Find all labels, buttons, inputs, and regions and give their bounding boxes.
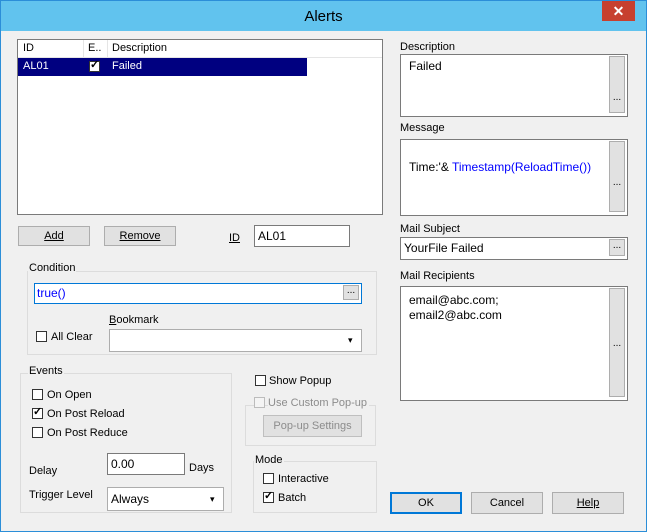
- batch-checkbox[interactable]: ✓: [263, 490, 274, 503]
- cancel-button[interactable]: Cancel: [471, 492, 543, 514]
- remove-button[interactable]: Remove: [104, 226, 176, 246]
- message-label: Message: [400, 122, 445, 134]
- check-mark-icon: ✓: [264, 490, 274, 502]
- on-post-reload-checkbox[interactable]: ✓: [32, 406, 43, 419]
- delay-label: Delay: [29, 465, 58, 477]
- delay-value: 0.00: [111, 457, 135, 471]
- mail-recipients-ellipsis-button[interactable]: ...: [609, 288, 625, 397]
- condition-ellipsis-button[interactable]: ...: [343, 285, 359, 300]
- all-clear-checkbox[interactable]: [36, 331, 47, 342]
- mail-recipients-input[interactable]: email@abc.com; email2@abc.com ...: [400, 286, 628, 401]
- condition-value: true(): [37, 286, 66, 300]
- alerts-dialog: Alerts ✕ ID E.. Description AL01 ✓ Faile…: [0, 0, 647, 532]
- mail-subject-label: Mail Subject: [400, 223, 460, 235]
- trigger-level-dropdown[interactable]: Always ▾: [107, 487, 224, 511]
- mode-group: [253, 461, 377, 513]
- popup-settings-button[interactable]: Pop-up Settings: [263, 415, 362, 437]
- check-mark-icon: ✓: [90, 59, 100, 71]
- all-clear-label: All Clear: [51, 331, 93, 343]
- bookmark-dropdown[interactable]: ▾: [109, 329, 362, 352]
- row-id: AL01: [23, 60, 49, 72]
- condition-input[interactable]: true() ...: [34, 283, 362, 304]
- show-popup-checkbox[interactable]: [255, 375, 266, 386]
- message-ellipsis-button[interactable]: ...: [609, 141, 625, 212]
- interactive-checkbox[interactable]: [263, 473, 274, 484]
- check-mark-icon: ✓: [33, 406, 43, 418]
- recipient-2: email2@abc.com: [409, 308, 502, 322]
- recipient-1: email@abc.com;: [409, 293, 499, 307]
- bookmark-label: Bookmark: [109, 314, 159, 326]
- window-title: Alerts: [304, 8, 343, 25]
- id-label: ID: [229, 232, 240, 244]
- mail-subject-value: YourFile Failed: [404, 241, 484, 255]
- use-custom-popup-label: Use Custom Pop-up: [268, 397, 370, 409]
- header-id[interactable]: ID: [23, 42, 34, 54]
- mail-subject-input[interactable]: YourFile Failed ...: [400, 237, 628, 260]
- alerts-list[interactable]: ID E.. Description AL01 ✓ Failed: [17, 39, 383, 215]
- chevron-down-icon: ▾: [348, 335, 353, 345]
- condition-label: Condition: [28, 262, 77, 274]
- close-button[interactable]: ✕: [602, 1, 635, 21]
- batch-label: Batch: [278, 492, 307, 504]
- chevron-down-icon: ▾: [210, 494, 215, 504]
- ok-button[interactable]: OK: [390, 492, 462, 514]
- help-button[interactable]: Help: [552, 492, 624, 514]
- mail-subject-ellipsis-button[interactable]: ...: [609, 239, 625, 256]
- on-open-checkbox[interactable]: [32, 389, 43, 400]
- title-bar: Alerts ✕: [1, 1, 646, 31]
- message-input[interactable]: Time:'& Timestamp(ReloadTime()) ...: [400, 139, 628, 216]
- add-label: Add: [44, 230, 64, 242]
- description-input[interactable]: Failed ...: [400, 54, 628, 117]
- use-custom-popup-checkbox[interactable]: [254, 397, 265, 408]
- table-row[interactable]: AL01 ✓ Failed: [18, 58, 307, 76]
- mail-recipients-label: Mail Recipients: [400, 270, 475, 282]
- trigger-level-value: Always: [111, 492, 150, 506]
- on-post-reload-label: On Post Reload: [47, 408, 125, 420]
- add-button[interactable]: Add: [18, 226, 90, 246]
- message-value: Time:'& Timestamp(ReloadTime()): [409, 160, 592, 174]
- header-divider: [83, 40, 84, 57]
- header-description[interactable]: Description: [112, 42, 167, 54]
- show-popup-label: Show Popup: [269, 375, 332, 387]
- id-input[interactable]: AL01: [254, 225, 350, 247]
- mode-label: Mode: [254, 454, 284, 466]
- remove-label: Remove: [119, 230, 161, 242]
- list-header: ID E.. Description: [18, 40, 382, 58]
- interactive-label: Interactive: [278, 473, 329, 485]
- on-post-reduce-checkbox[interactable]: [32, 427, 43, 438]
- delay-unit: Days: [189, 462, 215, 474]
- description-label: Description: [400, 41, 456, 53]
- help-label: Help: [576, 497, 600, 509]
- row-description: Failed: [112, 60, 142, 72]
- description-value: Failed: [409, 59, 442, 73]
- description-ellipsis-button[interactable]: ...: [609, 56, 625, 113]
- events-label: Events: [28, 365, 64, 377]
- header-enabled[interactable]: E..: [88, 42, 101, 54]
- trigger-level-label: Trigger Level: [29, 489, 93, 501]
- id-value: AL01: [258, 229, 287, 243]
- row-enabled-checkbox[interactable]: ✓: [89, 59, 100, 72]
- header-divider: [107, 40, 108, 57]
- on-post-reduce-label: On Post Reduce: [47, 427, 128, 439]
- on-open-label: On Open: [47, 389, 92, 401]
- delay-input[interactable]: 0.00: [107, 453, 185, 475]
